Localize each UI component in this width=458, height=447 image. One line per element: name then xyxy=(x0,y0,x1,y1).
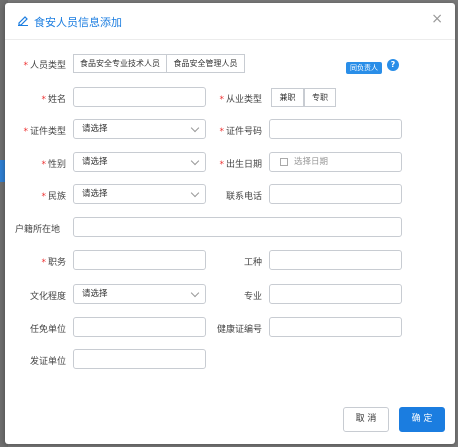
appointing-unit-input[interactable] xyxy=(73,317,206,337)
major-label: 专业 xyxy=(243,292,262,302)
employment-type-label: * 从业类型 xyxy=(219,95,262,105)
name-input[interactable] xyxy=(73,87,206,107)
birth-date-placeholder: 选择日期 xyxy=(294,157,329,167)
health-cert-input[interactable] xyxy=(269,317,402,337)
chevron-down-icon xyxy=(190,156,200,166)
add-staff-dialog: 食安人员信息添加 × * 人员类型 食品安全专业技术人员 食品安全管理人员 同负责… xyxy=(5,3,455,444)
education-label: 文化程度 xyxy=(29,292,66,302)
required-mark: * xyxy=(219,127,224,137)
appointing-unit-label: 任免单位 xyxy=(29,325,66,335)
required-mark: * xyxy=(219,95,224,105)
person-type-option-tech[interactable]: 食品安全专业技术人员 xyxy=(73,54,167,73)
health-cert-label: 健康证编号 xyxy=(216,325,262,335)
required-mark: * xyxy=(23,61,28,71)
ethnicity-select[interactable]: 请选择 xyxy=(73,184,206,204)
issuing-unit-label: 发证单位 xyxy=(29,357,66,367)
birth-date-label: * 出生日期 xyxy=(219,160,262,170)
dialog-header: 食安人员信息添加 × xyxy=(5,3,455,40)
chevron-down-icon xyxy=(190,123,200,133)
phone-label: 联系电话 xyxy=(225,192,262,202)
education-value: 请选择 xyxy=(82,289,108,299)
employment-option-fulltime[interactable]: 专职 xyxy=(304,88,336,107)
required-mark: * xyxy=(41,160,46,170)
position-label: * 职务 xyxy=(41,258,66,268)
gender-label: * 性别 xyxy=(41,160,66,170)
dialog-title: 食安人员信息添加 xyxy=(34,16,122,29)
chevron-down-icon xyxy=(190,188,200,198)
employment-option-parttime[interactable]: 兼职 xyxy=(271,88,304,107)
required-mark: * xyxy=(41,258,46,268)
position-input[interactable] xyxy=(73,250,206,270)
required-mark: * xyxy=(23,127,28,137)
required-mark: * xyxy=(219,160,224,170)
ethnicity-label: * 民族 xyxy=(41,192,66,202)
issuing-unit-input[interactable] xyxy=(73,349,206,369)
same-as-principal-badge[interactable]: 同负责人 xyxy=(346,62,382,74)
phone-input[interactable] xyxy=(269,184,402,204)
job-type-label: 工种 xyxy=(243,258,262,268)
confirm-button[interactable]: 确 定 xyxy=(399,407,445,432)
cancel-button[interactable]: 取 消 xyxy=(343,407,389,432)
id-number-input[interactable] xyxy=(269,119,402,139)
required-mark: * xyxy=(41,192,46,202)
education-select[interactable]: 请选择 xyxy=(73,284,206,304)
person-type-option-manager[interactable]: 食品安全管理人员 xyxy=(166,54,245,73)
person-type-label: * 人员类型 xyxy=(23,61,66,71)
gender-select[interactable]: 请选择 xyxy=(73,152,206,172)
name-label: * 姓名 xyxy=(41,95,66,105)
id-number-label: * 证件号码 xyxy=(219,127,262,137)
gender-value: 请选择 xyxy=(82,157,108,167)
id-type-label: * 证件类型 xyxy=(23,127,66,137)
help-icon[interactable]: ? xyxy=(387,59,399,71)
close-icon[interactable]: × xyxy=(431,11,443,27)
edit-icon xyxy=(18,16,28,26)
id-type-value: 请选择 xyxy=(82,124,108,134)
chevron-down-icon xyxy=(190,288,200,298)
household-label: 户籍所在地 xyxy=(15,225,61,235)
ethnicity-value: 请选择 xyxy=(82,189,108,199)
job-type-input[interactable] xyxy=(269,250,402,270)
required-mark: * xyxy=(41,95,46,105)
major-input[interactable] xyxy=(269,284,402,304)
household-input[interactable] xyxy=(73,217,402,237)
id-type-select[interactable]: 请选择 xyxy=(73,119,206,139)
birth-date-picker[interactable]: 选择日期 xyxy=(269,152,402,172)
calendar-icon xyxy=(280,158,288,166)
